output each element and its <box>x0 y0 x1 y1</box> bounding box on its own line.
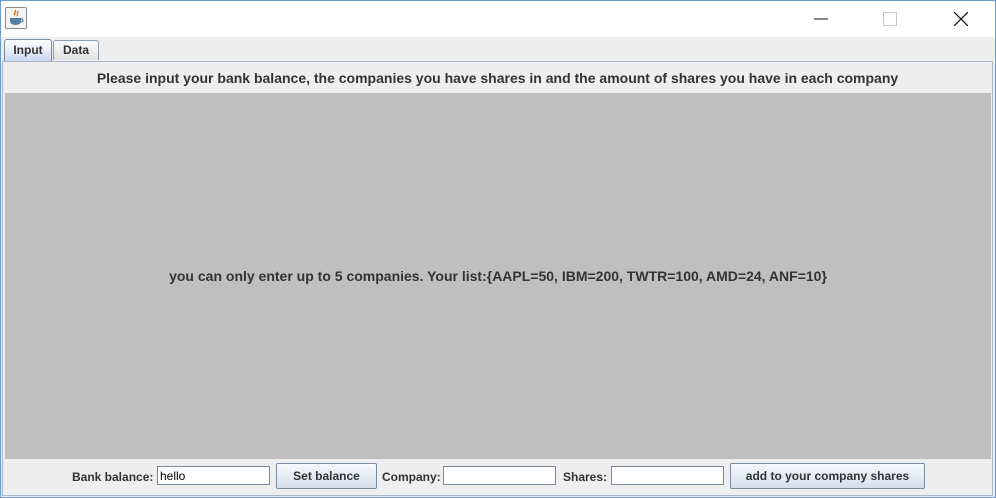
shares-label: Shares: <box>563 470 608 484</box>
content-area: you can only enter up to 5 companies. Yo… <box>5 93 991 459</box>
java-cup-icon[interactable] <box>5 7 27 29</box>
input-tab-panel: Please input your bank balance, the comp… <box>2 61 993 496</box>
title-bar[interactable] <box>1 1 995 37</box>
company-label: Company: <box>382 470 441 484</box>
add-company-shares-button[interactable]: add to your company shares <box>730 463 925 489</box>
bank-balance-input[interactable] <box>157 466 270 485</box>
close-button[interactable] <box>938 1 984 37</box>
bank-balance-label: Bank balance: <box>72 470 154 484</box>
company-list-status: you can only enter up to 5 companies. Yo… <box>169 268 827 284</box>
minimize-button[interactable] <box>798 1 844 37</box>
maximize-icon <box>883 12 897 26</box>
input-controls: Bank balance: Set balance Company: Share… <box>3 460 992 494</box>
tab-input[interactable]: Input <box>4 39 52 61</box>
company-input[interactable] <box>443 466 556 485</box>
set-balance-button[interactable]: Set balance <box>276 463 377 489</box>
tab-bar: Input Data <box>1 37 995 61</box>
tab-data[interactable]: Data <box>53 40 99 60</box>
instructions-header: Please input your bank balance, the comp… <box>96 70 899 86</box>
maximize-button[interactable] <box>867 1 913 37</box>
minimize-icon <box>814 18 828 20</box>
shares-input[interactable] <box>611 466 724 485</box>
app-window: Input Data Please input your bank balanc… <box>0 0 996 498</box>
close-icon <box>954 12 968 26</box>
